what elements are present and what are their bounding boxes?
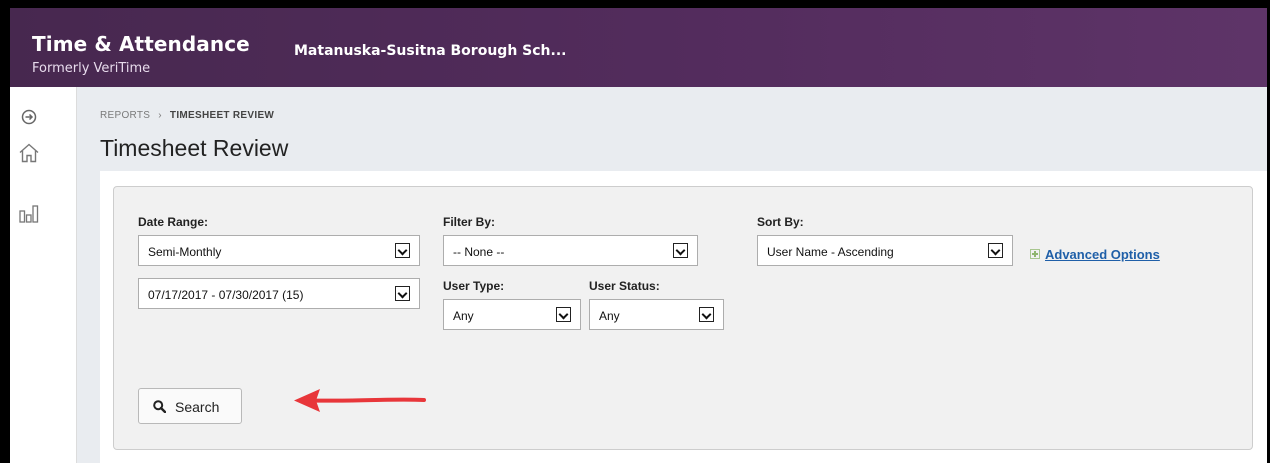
sort-by-select[interactable]: User Name - Ascending <box>757 235 1013 266</box>
breadcrumb-separator: › <box>158 110 162 121</box>
search-icon <box>153 400 166 413</box>
chevron-down-icon[interactable] <box>673 243 688 258</box>
page-title: Timesheet Review <box>100 135 289 161</box>
user-status-label: User Status: <box>589 279 660 293</box>
chevron-down-icon[interactable] <box>988 243 1003 258</box>
advanced-options-link[interactable]: Advanced Options <box>1045 247 1160 262</box>
user-type-select[interactable]: Any <box>443 299 581 330</box>
main-content: REPORTS › TIMESHEET REVIEW Timesheet Revie… <box>77 87 1267 463</box>
user-status-value: Any <box>599 309 620 323</box>
breadcrumb-reports[interactable]: REPORTS <box>100 110 150 121</box>
filter-by-select[interactable]: -- None -- <box>443 235 698 266</box>
chevron-down-icon[interactable] <box>556 307 571 322</box>
breadcrumb-current: TIMESHEET REVIEW <box>169 110 275 121</box>
annotation-arrow-icon <box>294 389 426 412</box>
content-band: Date Range: Semi-Monthly 07/17/2017 - 07… <box>100 171 1267 463</box>
app-title[interactable]: Time & Attendance <box>32 32 250 56</box>
user-type-value: Any <box>453 309 474 323</box>
date-range-dates-value: 07/17/2017 - 07/30/2017 (15) <box>148 288 304 302</box>
sort-by-label: Sort By: <box>757 215 804 229</box>
chevron-down-icon[interactable] <box>395 243 410 258</box>
chevron-down-icon[interactable] <box>699 307 714 322</box>
filter-by-value: -- None -- <box>453 245 505 259</box>
organization-name[interactable]: Matanuska-Susitna Borough Sch... <box>294 43 566 59</box>
date-range-label: Date Range: <box>138 215 209 229</box>
home-icon[interactable] <box>18 142 40 164</box>
expand-arrow-icon[interactable] <box>21 109 37 125</box>
top-navigation-bar: Time & Attendance ⌄ Formerly VeriTime Ma… <box>10 8 1267 87</box>
breadcrumb: REPORTS › TIMESHEET REVIEW <box>100 110 274 121</box>
date-range-period-value: Semi-Monthly <box>148 245 222 259</box>
filter-panel: Date Range: Semi-Monthly 07/17/2017 - 07… <box>113 186 1253 450</box>
chevron-down-icon[interactable]: ⌄ <box>235 36 246 51</box>
app-subtitle: Formerly VeriTime <box>32 61 151 76</box>
date-range-dates-select[interactable]: 07/17/2017 - 07/30/2017 (15) <box>138 278 420 309</box>
sort-by-value: User Name - Ascending <box>767 245 894 259</box>
user-status-select[interactable]: Any <box>589 299 724 330</box>
search-button[interactable]: Search <box>138 388 242 424</box>
reports-chart-icon[interactable] <box>18 202 40 224</box>
expand-plus-icon[interactable] <box>1030 249 1040 259</box>
chevron-down-icon[interactable] <box>395 286 410 301</box>
user-type-label: User Type: <box>443 279 505 293</box>
filter-by-label: Filter By: <box>443 215 496 229</box>
date-range-period-select[interactable]: Semi-Monthly <box>138 235 420 266</box>
left-sidebar <box>10 87 77 463</box>
search-button-label: Search <box>175 399 220 415</box>
